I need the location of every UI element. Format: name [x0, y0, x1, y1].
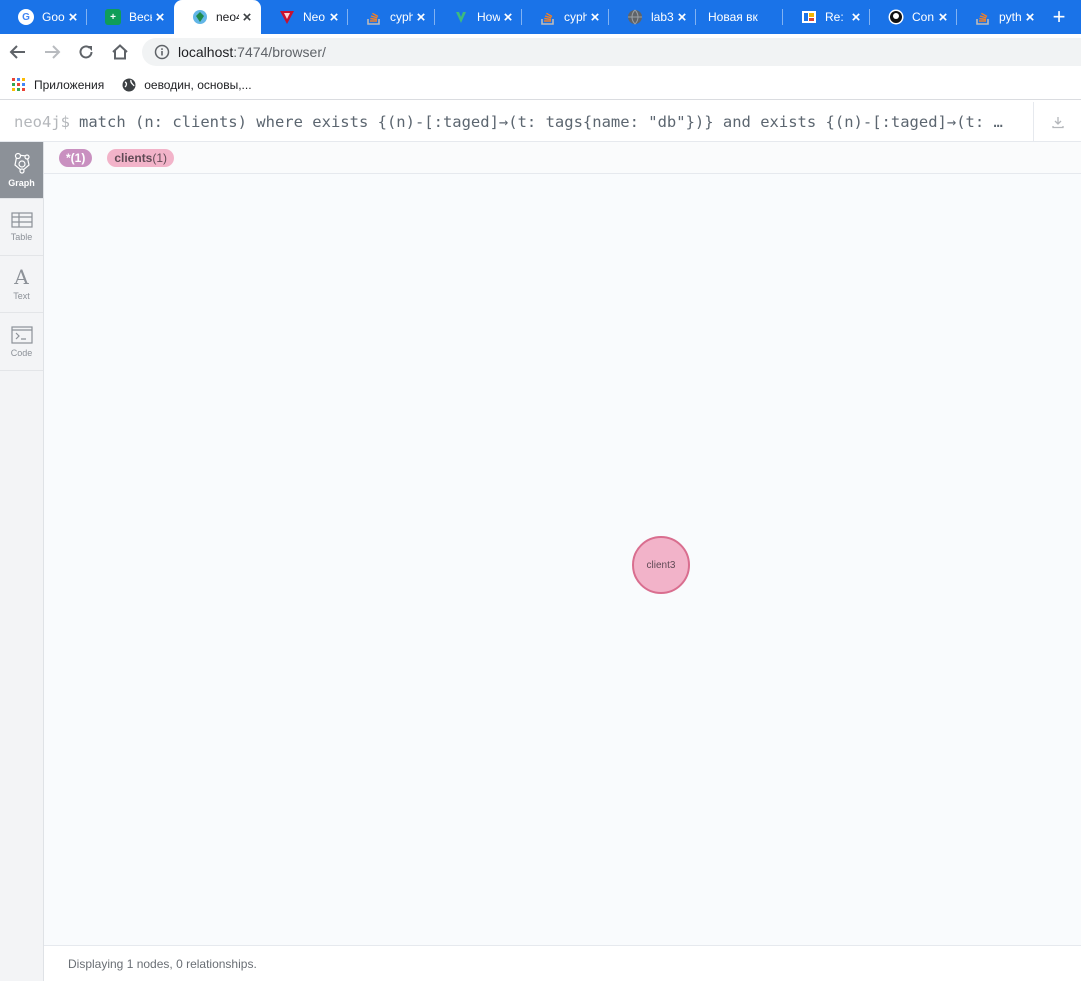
- home-button[interactable]: [104, 36, 136, 68]
- tab-re[interactable]: Re: I ×: [783, 0, 870, 34]
- stackoverflow-icon: [540, 9, 556, 25]
- close-icon[interactable]: ×: [1022, 9, 1038, 26]
- sidebar-item-text[interactable]: A Text: [0, 256, 43, 313]
- forward-arrow-icon: [45, 45, 61, 59]
- close-icon[interactable]: ×: [239, 9, 255, 26]
- bookmark-label: оеводин, основы,...: [144, 77, 252, 92]
- tab-title: Весь: [129, 10, 152, 24]
- reload-icon: [79, 45, 93, 59]
- close-icon[interactable]: ×: [326, 9, 342, 26]
- tab-python[interactable]: pyth ×: [957, 0, 1044, 34]
- bookmark-apps[interactable]: Приложения: [12, 77, 105, 92]
- green-leaf-icon: [453, 9, 469, 25]
- tab-google[interactable]: G Goo ×: [0, 0, 87, 34]
- tab-title: Goo: [42, 10, 65, 24]
- tab-new-tab[interactable]: Новая вк: [696, 0, 783, 34]
- tab-title: cyph: [564, 10, 587, 24]
- labels-overview-bar: * (1) clients (1): [44, 142, 1081, 174]
- close-icon[interactable]: ×: [674, 9, 690, 26]
- new-tab-button[interactable]: +: [1044, 0, 1074, 34]
- download-icon: [1051, 117, 1064, 129]
- stackoverflow-icon: [975, 9, 991, 25]
- sidebar-item-label: Code: [10, 347, 33, 358]
- address-bar[interactable]: localhost:7474/browser/: [142, 38, 1081, 66]
- label-count: (1): [152, 150, 168, 165]
- reload-button[interactable]: [70, 36, 102, 68]
- close-icon[interactable]: ×: [152, 9, 168, 26]
- download-button[interactable]: [1033, 102, 1081, 142]
- sidebar-item-label: Table: [10, 232, 33, 242]
- sidebar-item-table[interactable]: Table: [0, 199, 43, 256]
- tab-title: Новая вк: [708, 10, 758, 24]
- close-icon[interactable]: ×: [848, 9, 864, 26]
- tab-title: Con: [912, 10, 935, 24]
- tab-neo[interactable]: Neo ×: [261, 0, 348, 34]
- info-icon: [154, 44, 170, 60]
- tab-title: pyth: [999, 10, 1022, 24]
- sidebar-item-label: Graph: [8, 178, 35, 188]
- tab-title: cyph: [390, 10, 413, 24]
- result-view-sidebar: Graph Table A Text Code: [0, 142, 44, 981]
- graph-node[interactable]: client3: [632, 536, 690, 594]
- tab-title: How: [477, 10, 500, 24]
- browser-toolbar: localhost:7474/browser/: [0, 34, 1081, 70]
- google-icon: G: [18, 9, 34, 25]
- home-icon: [112, 44, 128, 60]
- address-path: :7474/browser/: [233, 44, 326, 60]
- label-pill-clients[interactable]: clients (1): [107, 148, 175, 167]
- close-icon[interactable]: ×: [500, 9, 516, 26]
- cypher-query-input[interactable]: match (n: clients) where exists {(n)-[:t…: [70, 113, 1018, 131]
- green-plus-icon: +: [105, 9, 121, 25]
- tab-vse[interactable]: + Весь ×: [87, 0, 174, 34]
- tab-title: Re: I: [825, 10, 848, 24]
- apps-grid-icon: [12, 77, 26, 92]
- tab-strip: G Goo × + Весь × neo4 × Neo × cyph × How…: [0, 0, 1081, 34]
- close-icon[interactable]: ×: [65, 9, 81, 26]
- tab-con[interactable]: Con ×: [870, 0, 957, 34]
- node-caption: client3: [646, 559, 676, 571]
- tab-lab3[interactable]: lab3 ×: [609, 0, 696, 34]
- sidebar-item-label: Text: [13, 291, 30, 301]
- status-text: Displaying 1 nodes, 0 relationships.: [68, 956, 257, 971]
- address-host: localhost: [178, 44, 234, 60]
- label-name: clients: [114, 150, 153, 165]
- graph-canvas[interactable]: client3: [44, 174, 1081, 945]
- bookmarks-bar: Приложения оеводин, основы,...: [0, 70, 1081, 100]
- globe-icon: [627, 9, 643, 25]
- editor-prompt: neo4j$: [14, 112, 70, 131]
- stackoverflow-icon: [366, 9, 382, 25]
- cypher-editor-bar: neo4j$ match (n: clients) where exists {…: [0, 102, 1081, 142]
- text-icon: A: [14, 265, 29, 289]
- close-icon[interactable]: ×: [587, 9, 603, 26]
- status-bar: Displaying 1 nodes, 0 relationships.: [44, 945, 1081, 981]
- tab-title: neo4: [216, 10, 239, 24]
- bookmark-label: Приложения: [34, 77, 105, 92]
- neo4j-browser-icon: [192, 9, 208, 25]
- globe-icon: [122, 78, 136, 92]
- tab-how[interactable]: How ×: [435, 0, 522, 34]
- tab-cypher-1[interactable]: cyph ×: [348, 0, 435, 34]
- tab-cypher-2[interactable]: cyph ×: [522, 0, 609, 34]
- neo4j-triangle-icon: [279, 9, 295, 25]
- tab-neo4j-browser[interactable]: neo4 ×: [174, 0, 261, 34]
- mail-icon: [801, 9, 817, 25]
- graph-icon: [13, 152, 30, 174]
- sidebar-item-graph[interactable]: Graph: [0, 142, 43, 199]
- tab-title: Neo: [303, 10, 326, 24]
- back-button[interactable]: [2, 36, 34, 68]
- back-arrow-icon: [9, 45, 25, 59]
- close-icon[interactable]: ×: [413, 9, 429, 26]
- close-icon[interactable]: ×: [935, 9, 951, 26]
- label-pill-all[interactable]: * (1): [59, 148, 93, 167]
- code-icon: [10, 325, 33, 344]
- github-icon: [888, 9, 904, 25]
- forward-button[interactable]: [36, 36, 68, 68]
- bookmark-oevodin[interactable]: оеводин, основы,...: [122, 77, 252, 92]
- label-count: (1): [70, 150, 86, 165]
- sidebar-item-code[interactable]: Code: [0, 313, 43, 371]
- tab-title: lab3: [651, 10, 674, 24]
- table-icon: [10, 212, 33, 228]
